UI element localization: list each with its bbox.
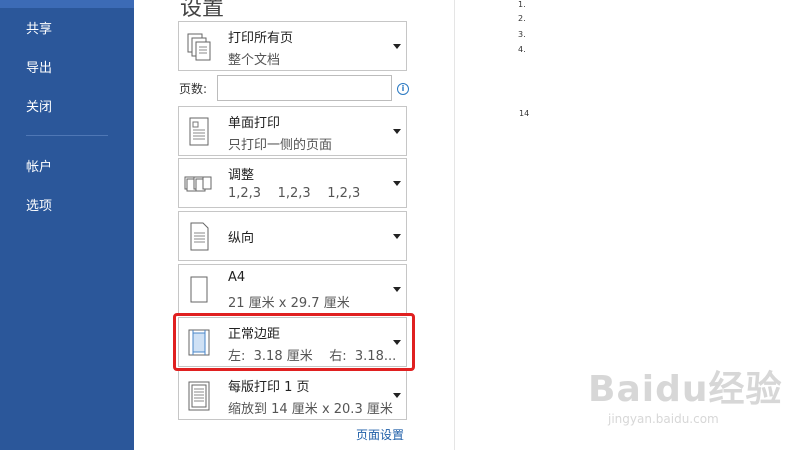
paper-size-dropdown[interactable]: A4 21 厘米 x 29.7 厘米 bbox=[178, 264, 407, 314]
margins-icon bbox=[188, 329, 210, 356]
sidebar-item-export[interactable]: 导出 bbox=[26, 57, 52, 76]
paper-size-sub: 21 厘米 x 29.7 厘米 bbox=[228, 296, 350, 311]
chevron-down-icon bbox=[393, 393, 401, 398]
chevron-down-icon bbox=[393, 44, 401, 49]
pages-per-sheet-sub: 缩放到 14 厘米 x 20.3 厘米 bbox=[228, 402, 393, 417]
print-sides-sub: 只打印一侧的页面 bbox=[228, 138, 333, 153]
info-icon[interactable]: i bbox=[397, 83, 409, 95]
list-item: 3. bbox=[518, 30, 526, 39]
pages-per-sheet-dropdown[interactable]: 每版打印 1 页 缩放到 14 厘米 x 20.3 厘米 bbox=[178, 370, 407, 420]
sidebar-item-share[interactable]: 共享 bbox=[26, 18, 52, 37]
margins-sub: 左: 3.18 厘米 右: 3.18... bbox=[228, 349, 397, 364]
single-page-icon bbox=[189, 117, 209, 146]
chevron-down-icon bbox=[393, 181, 401, 186]
portrait-page-icon bbox=[190, 222, 209, 251]
margins-title: 正常边距 bbox=[228, 327, 281, 342]
print-range-title: 打印所有页 bbox=[228, 31, 294, 46]
orientation-title: 纵向 bbox=[228, 231, 255, 246]
print-range-sub: 整个文档 bbox=[228, 53, 281, 68]
backstage-sidebar: 共享 导出 关闭 帐户 选项 bbox=[0, 0, 134, 450]
page-setup-link[interactable]: 页面设置 bbox=[356, 426, 404, 443]
pages-per-sheet-title: 每版打印 1 页 bbox=[228, 380, 310, 395]
sidebar-item-close[interactable]: 关闭 bbox=[26, 96, 52, 115]
sidebar-item-account[interactable]: 帐户 bbox=[26, 156, 52, 175]
collate-dropdown[interactable]: 调整 1,2,3 1,2,3 1,2,3 bbox=[178, 158, 407, 208]
pages-stack-icon bbox=[187, 33, 211, 61]
sidebar-divider bbox=[26, 135, 108, 136]
settings-title: 设置 bbox=[180, 0, 225, 21]
collate-sub: 1,2,3 1,2,3 1,2,3 bbox=[228, 186, 361, 201]
chevron-down-icon bbox=[393, 129, 401, 134]
pages-label: 页数: bbox=[179, 82, 208, 96]
watermark-logo: Baidu经验 bbox=[588, 369, 783, 410]
chevron-down-icon bbox=[393, 287, 401, 292]
list-item: 4. bbox=[518, 45, 526, 54]
print-sides-title: 单面打印 bbox=[228, 116, 281, 131]
collate-title: 调整 bbox=[228, 168, 255, 183]
pages-input[interactable] bbox=[217, 75, 392, 101]
orientation-dropdown[interactable]: 纵向 bbox=[178, 211, 407, 261]
chevron-down-icon bbox=[393, 340, 401, 345]
sidebar-selected-accent bbox=[0, 0, 134, 8]
list-item: 2. bbox=[518, 14, 526, 23]
list-item: 1. bbox=[518, 0, 526, 9]
preview-page-number: 14 bbox=[519, 109, 530, 118]
sidebar-item-options[interactable]: 选项 bbox=[26, 195, 52, 214]
baidu-watermark: Baidu经验 jingyan.baidu.com bbox=[588, 360, 788, 440]
margins-dropdown[interactable]: 正常边距 左: 3.18 厘米 右: 3.18... bbox=[178, 317, 407, 367]
paper-size-title: A4 bbox=[228, 270, 246, 285]
collate-icon bbox=[184, 176, 212, 192]
pages-per-sheet-icon bbox=[188, 381, 210, 411]
watermark-url: jingyan.baidu.com bbox=[608, 412, 719, 426]
print-range-dropdown[interactable]: 打印所有页 整个文档 bbox=[178, 21, 407, 71]
print-sides-dropdown[interactable]: 单面打印 只打印一侧的页面 bbox=[178, 106, 407, 156]
chevron-down-icon bbox=[393, 234, 401, 239]
paper-size-icon bbox=[190, 276, 208, 303]
